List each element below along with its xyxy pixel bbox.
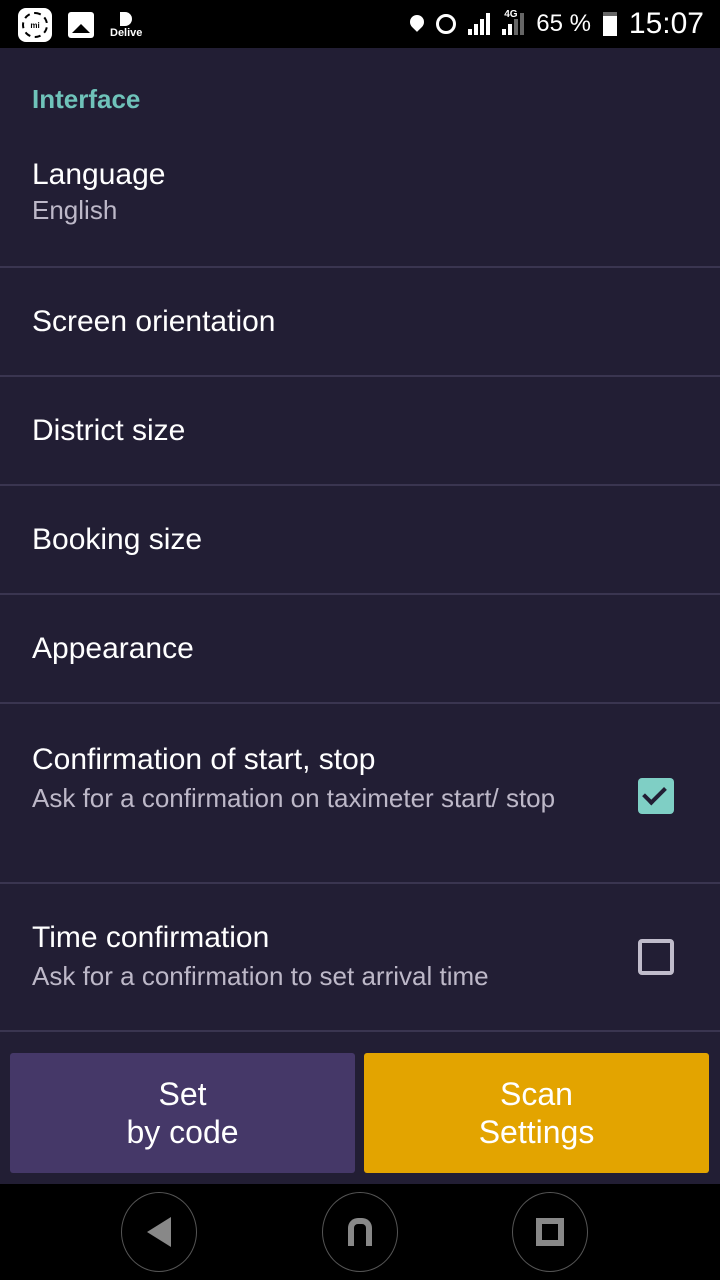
confirmation-start-stop-checkbox[interactable]	[638, 778, 674, 814]
navigation-bar	[0, 1184, 720, 1280]
button-label-line2: by code	[126, 1114, 239, 1150]
location-icon	[407, 12, 428, 32]
back-icon	[147, 1217, 171, 1247]
pref-screen-orientation[interactable]: Screen orientation	[0, 268, 720, 377]
recents-icon	[536, 1218, 564, 1246]
pref-title: Booking size	[32, 522, 203, 556]
pref-title: Confirmation of start, stop	[32, 743, 376, 776]
alarm-icon	[436, 14, 457, 34]
network-type: 4G	[504, 9, 518, 20]
delive-icon: Delive	[110, 11, 143, 39]
notification-icons: mi Delive	[18, 8, 142, 42]
settings-list: Interface Language English Screen orient…	[0, 48, 720, 1032]
pref-summary: Ask for a confirmation on taximeter star…	[32, 783, 556, 813]
pref-appearance[interactable]: Appearance	[0, 595, 720, 704]
pref-title: Appearance	[32, 631, 194, 665]
pref-confirmation-start-stop[interactable]: Confirmation of start, stop Ask for a co…	[0, 704, 720, 884]
mi-app-icon: mi	[18, 8, 52, 42]
set-by-code-button[interactable]: Set by code	[10, 1053, 355, 1173]
signal-4g-icon: 4G	[502, 9, 525, 35]
pref-summary: Ask for a confirmation to set arrival ti…	[32, 961, 489, 991]
recents-button[interactable]	[512, 1192, 588, 1272]
signal-icon	[468, 13, 491, 35]
pref-language[interactable]: Language English	[0, 152, 720, 268]
pref-summary: English	[32, 195, 118, 225]
button-label-line1: Set	[158, 1076, 207, 1112]
gallery-icon	[68, 12, 94, 38]
battery-icon	[602, 12, 617, 36]
pref-booking-size[interactable]: Booking size	[0, 486, 720, 595]
pref-title: Time confirmation	[32, 921, 270, 954]
pref-title: Screen orientation	[32, 304, 276, 338]
system-status: 4G 65 % 15:07	[407, 0, 704, 48]
battery-percent: 65 %	[536, 10, 591, 37]
clock: 15:07	[628, 7, 704, 40]
pref-title: Language	[32, 158, 166, 191]
delive-label: Delive	[110, 26, 143, 39]
home-button[interactable]	[322, 1192, 398, 1272]
button-label-line2: Settings	[478, 1114, 595, 1150]
time-confirmation-checkbox[interactable]	[638, 939, 674, 975]
button-bar: Set by code Scan Settings	[0, 1043, 720, 1184]
pref-title: District size	[32, 413, 186, 447]
scan-settings-button[interactable]: Scan Settings	[364, 1053, 709, 1173]
status-bar: mi Delive 4G 65 % 15:07	[0, 0, 720, 48]
button-label-line1: Scan	[500, 1076, 573, 1112]
pref-time-confirmation[interactable]: Time confirmation Ask for a confirmation…	[0, 884, 720, 1032]
home-icon	[348, 1218, 372, 1246]
section-header-interface: Interface	[32, 84, 141, 114]
back-button[interactable]	[121, 1192, 197, 1272]
pref-district-size[interactable]: District size	[0, 377, 720, 486]
